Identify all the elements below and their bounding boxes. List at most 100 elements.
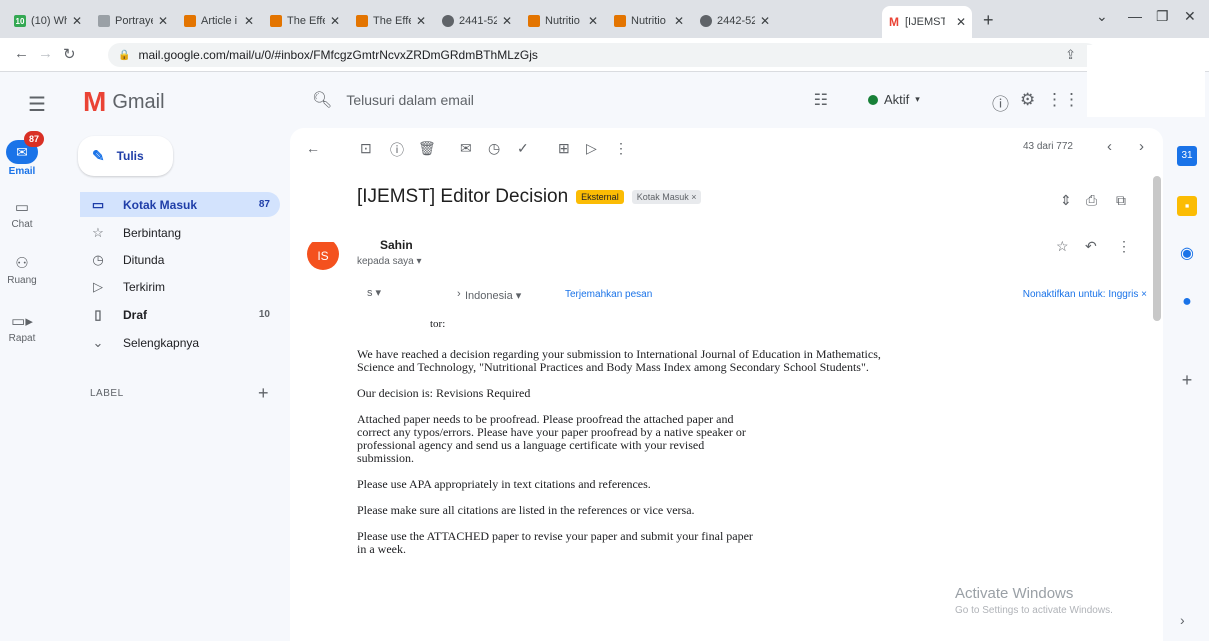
arrow-right-icon: › [457, 288, 461, 300]
browser-tab[interactable]: Article i ✕ [178, 8, 260, 34]
sidebar-item-snoozed[interactable]: ◷ Ditunda [80, 247, 280, 272]
reply-icon[interactable]: ↶ [1085, 238, 1097, 255]
sender-name[interactable]: Sahin [380, 238, 413, 252]
minimize-icon[interactable]: — [1128, 8, 1142, 24]
sidebar-item-inbox[interactable]: ▭ Kotak Masuk 87 [80, 192, 280, 217]
close-icon[interactable]: ✕ [416, 14, 426, 28]
rail-chat[interactable]: ▭ Chat [0, 198, 44, 230]
close-icon[interactable]: ✕ [244, 14, 254, 28]
browser-tab[interactable]: Nutritio ✕ [522, 8, 604, 34]
target-language[interactable]: Indonesia ▾ [465, 289, 521, 302]
add-task-icon[interactable]: ✓ [517, 140, 529, 157]
snooze-icon[interactable]: ◷ [488, 140, 500, 157]
globe-icon [700, 15, 712, 27]
body-paragraph: Please use the ATTACHED paper to revise … [357, 529, 753, 556]
compose-button[interactable]: ✎ Tulis [78, 136, 173, 176]
rail-rooms[interactable]: ⚇ Ruang [0, 254, 44, 286]
restore-icon[interactable]: ❐ [1156, 8, 1169, 25]
report-spam-icon[interactable]: ⓘ [390, 140, 404, 160]
windows-watermark: Activate Windows [955, 585, 1074, 602]
chevron-down-icon: ⌄ [92, 334, 104, 350]
inbox-label-chip[interactable]: Kotak Masuk × [631, 190, 702, 204]
more-options-icon[interactable]: ⋮ [1117, 238, 1131, 255]
gmail-m-icon: M [83, 86, 107, 117]
sidebar-item-more[interactable]: ⌄ Selengkapnya [80, 330, 280, 355]
label-icon[interactable]: ▷ [586, 140, 597, 157]
older-icon[interactable]: › [1139, 138, 1144, 155]
settings-icon[interactable]: ⚙ [1020, 90, 1035, 110]
open-new-window-icon[interactable]: ⧉ [1116, 192, 1126, 209]
get-addons-icon[interactable]: + [1177, 370, 1197, 390]
delete-icon[interactable]: 🗑︎ [418, 140, 436, 157]
browser-tab[interactable]: Nutritio ✕ [608, 8, 690, 34]
rail-email-label[interactable]: Email [0, 166, 44, 177]
browser-tab[interactable]: 10 (10) Wh ✕ [8, 8, 88, 34]
back-arrow-icon[interactable]: ← [306, 140, 320, 156]
calendar-icon[interactable]: 31 [1177, 146, 1197, 166]
address-bar[interactable]: 🔒 mail.google.com/mail/u/0/#inbox/FMfcgz… [108, 43, 1098, 67]
journal-icon [614, 15, 626, 27]
help-icon[interactable]: ⓘ [992, 90, 1009, 115]
rail-meet[interactable]: ▭▸ Rapat [0, 312, 44, 344]
browser-tab[interactable]: 2442-52 ✕ [694, 8, 776, 34]
browser-tab[interactable]: Portraye ✕ [92, 8, 174, 34]
close-icon[interactable]: ✕ [72, 14, 82, 28]
reload-icon[interactable]: ↻ [63, 45, 76, 63]
status-selector[interactable]: Aktif ▾ [868, 92, 920, 107]
star-icon: ☆ [92, 224, 104, 240]
browser-tab[interactable]: 2441-52 ✕ [436, 8, 518, 34]
search-input[interactable]: Telusuri dalam email [346, 92, 474, 108]
scrollbar[interactable] [1153, 176, 1161, 321]
dropdown-icon: ▾ [915, 94, 920, 104]
avatar[interactable]: IS [307, 238, 339, 270]
gmail-icon: M [888, 15, 900, 29]
add-label-icon[interactable]: + [258, 383, 269, 404]
recipients[interactable]: kepada saya ▾ [357, 256, 422, 267]
print-icon[interactable]: ⎙ [1086, 192, 1097, 209]
close-icon[interactable]: ✕ [588, 14, 598, 28]
sidebar-item-starred[interactable]: ☆ Berbintang [80, 220, 280, 245]
archive-icon[interactable]: ⊡ [360, 140, 372, 157]
expand-all-icon[interactable]: ⇕ [1060, 192, 1072, 209]
menu-icon[interactable]: ☰ [28, 92, 46, 117]
disable-translate-link[interactable]: Nonaktifkan untuk: Inggris × [1023, 289, 1147, 300]
move-to-icon[interactable]: ⊞ [558, 140, 570, 157]
close-icon[interactable]: ✕ [956, 15, 966, 29]
newer-icon[interactable]: ‹ [1107, 138, 1112, 155]
close-icon[interactable]: ✕ [760, 14, 770, 28]
tab-search-icon[interactable]: ⌄ [1096, 8, 1108, 25]
forward-icon[interactable]: → [38, 45, 53, 62]
keep-icon[interactable]: ▪ [1177, 196, 1197, 216]
tasks-icon[interactable]: ◉ [1177, 244, 1197, 264]
sidebar-item-drafts[interactable]: ▯ Draf 10 [80, 302, 280, 327]
share-icon[interactable]: ⇪ [1065, 47, 1076, 63]
close-icon[interactable]: ✕ [502, 14, 512, 28]
browser-tab[interactable]: The Effe ✕ [350, 8, 432, 34]
star-icon[interactable]: ☆ [1056, 238, 1069, 255]
page-icon [98, 15, 110, 27]
contacts-icon[interactable]: ● [1177, 292, 1197, 312]
search-icon[interactable]: 🔍︎ [312, 90, 332, 110]
back-icon[interactable]: ← [14, 45, 29, 62]
apps-icon[interactable]: ⋮⋮ [1046, 90, 1080, 110]
close-window-icon[interactable]: ✕ [1184, 8, 1196, 25]
gmail-logo[interactable]: M Gmail [83, 88, 165, 116]
browser-tab[interactable]: The Effe ✕ [264, 8, 346, 34]
clock-icon: ◷ [92, 251, 104, 267]
close-icon[interactable]: ✕ [330, 14, 340, 28]
body-paragraph: Please use APA appropriately in text cit… [357, 477, 651, 491]
sidebar-item-sent[interactable]: ▷ Terkirim [80, 274, 280, 299]
translate-link[interactable]: Terjemahkan pesan [565, 289, 652, 300]
mark-unread-icon[interactable]: ✉ [460, 140, 472, 157]
browser-tab-active[interactable]: M [IJEMST ✕ [882, 6, 972, 38]
close-icon[interactable]: ✕ [674, 14, 684, 28]
search-bar[interactable]: 🔍︎ Telusuri dalam email ☷ [296, 84, 838, 116]
search-options-icon[interactable]: ☷ [814, 90, 828, 110]
new-tab-icon[interactable]: + [983, 10, 994, 31]
whatsapp-icon: 10 [14, 15, 26, 27]
lock-icon: 🔒 [118, 49, 131, 61]
profile-area [1087, 45, 1205, 117]
expand-panel-icon[interactable]: › [1180, 612, 1185, 628]
more-icon[interactable]: ⋮ [614, 140, 628, 157]
close-icon[interactable]: ✕ [158, 14, 168, 28]
